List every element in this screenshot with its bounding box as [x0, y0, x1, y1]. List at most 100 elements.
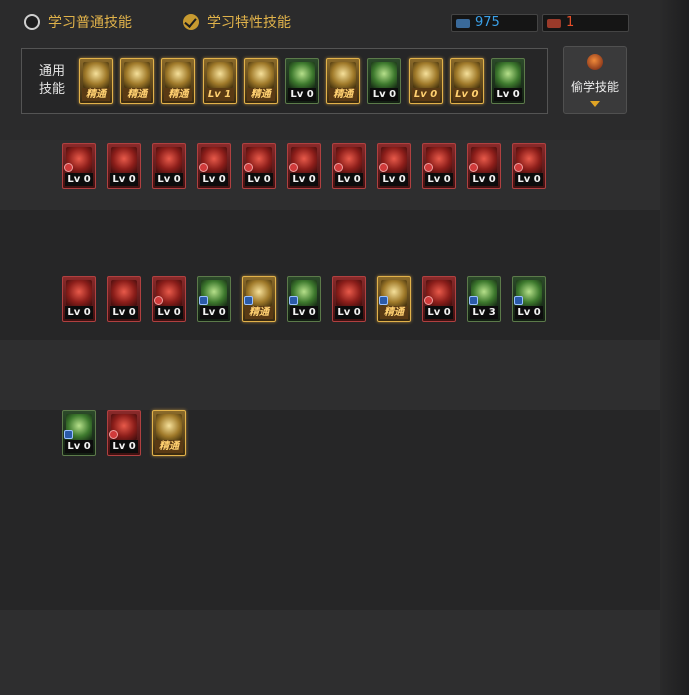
skill-icon: [206, 62, 233, 88]
skill-slot[interactable]: Lv 0: [332, 276, 366, 322]
steal-skill-label: 偷学技能: [570, 80, 619, 94]
skill-slot[interactable]: Lv 0: [512, 276, 546, 322]
seal-badge-icon: [424, 163, 433, 172]
ex-badge-icon: [379, 296, 388, 305]
skill-slot[interactable]: 精通: [161, 58, 196, 104]
sp-counter: 975: [451, 14, 538, 32]
skill-level-label: Lv 1: [205, 88, 234, 101]
skill-slot[interactable]: Lv 0: [285, 58, 319, 104]
skill-level-label: Lv 0: [110, 440, 138, 453]
skill-slot[interactable]: Lv 0: [422, 276, 456, 322]
skill-level-label: Lv 0: [425, 306, 453, 319]
skill-slot[interactable]: Lv 0: [152, 276, 186, 322]
skill-slot[interactable]: 精通: [243, 58, 278, 104]
skill-slot[interactable]: 精通: [377, 276, 411, 322]
skill-level-label: Lv 0: [290, 306, 318, 319]
skill-level-label: 精通: [164, 88, 193, 101]
skill-icon: [371, 62, 398, 88]
skill-level-label: Lv 0: [200, 173, 228, 186]
seal-badge-icon: [334, 163, 343, 172]
ex-badge-icon: [469, 296, 478, 305]
skill-slot[interactable]: Lv 0: [377, 143, 411, 189]
sp-value: 975: [475, 15, 500, 30]
skill-level-label: 精通: [245, 306, 273, 319]
skill-slot[interactable]: 精通: [152, 410, 186, 456]
skill-level-label: 精通: [155, 440, 183, 453]
skill-slot[interactable]: Lv 0: [197, 143, 231, 189]
skill-level-label: Lv 0: [380, 173, 408, 186]
skill-icon: [111, 280, 137, 306]
skill-slot[interactable]: Lv 0: [62, 143, 96, 189]
common-skills-label: 通用 技能: [38, 64, 65, 97]
skill-icon: [66, 280, 92, 306]
tp-icon: [547, 18, 561, 28]
skill-level-label: Lv 0: [370, 88, 399, 101]
seal-badge-icon: [154, 296, 163, 305]
skill-slot[interactable]: 精通: [79, 58, 113, 104]
ex-badge-icon: [289, 296, 298, 305]
seal-badge-icon: [469, 163, 478, 172]
skill-icon: [83, 62, 109, 88]
skill-icon: [247, 62, 274, 88]
steal-skill-button[interactable]: 偷学技能: [563, 46, 627, 114]
seal-badge-icon: [109, 430, 118, 439]
skill-slot[interactable]: Lv 0: [287, 276, 321, 322]
skill-level-label: Lv 0: [425, 173, 453, 186]
skill-icon: [156, 147, 182, 173]
skill-level-label: Lv 0: [110, 306, 138, 319]
skill-icon: [111, 147, 137, 173]
skill-slot[interactable]: Lv 0: [152, 143, 186, 189]
skill-slot[interactable]: Lv 0: [449, 58, 484, 104]
scroll-shade: [660, 0, 689, 695]
skill-slot[interactable]: Lv 0: [491, 58, 525, 104]
skill-band: [0, 410, 660, 610]
skill-slot[interactable]: 精通: [120, 58, 155, 104]
skill-level-label: Lv 0: [290, 173, 318, 186]
skill-slot[interactable]: Lv 0: [408, 58, 443, 104]
skill-icon: [124, 62, 151, 88]
skill-level-label: Lv 0: [470, 173, 498, 186]
tab-normal-skills[interactable]: 学习普通技能: [24, 10, 132, 34]
skill-slot[interactable]: 精通: [326, 58, 361, 104]
skill-slot[interactable]: Lv 1: [202, 58, 237, 104]
skill-level-label: Lv 3: [470, 306, 498, 319]
seal-badge-icon: [379, 163, 388, 172]
skill-band: [0, 340, 660, 410]
skill-slot[interactable]: Lv 0: [242, 143, 276, 189]
skill-slot[interactable]: Lv 0: [62, 410, 96, 456]
skill-slot[interactable]: 精通: [242, 276, 276, 322]
skill-band: [0, 610, 660, 695]
skill-level-label: 精通: [123, 88, 152, 101]
skill-slot[interactable]: Lv 0: [107, 143, 141, 189]
skill-slot[interactable]: Lv 0: [287, 143, 321, 189]
tp-counter: 1: [542, 14, 629, 32]
skill-slot[interactable]: Lv 0: [422, 143, 456, 189]
skill-icon: [289, 62, 315, 88]
skill-slot[interactable]: Lv 0: [107, 410, 141, 456]
skill-level-label: Lv 0: [110, 173, 138, 186]
skill-slot[interactable]: Lv 0: [512, 143, 546, 189]
steal-skill-icon: [587, 54, 603, 70]
skill-slot[interactable]: Lv 0: [107, 276, 141, 322]
ex-badge-icon: [64, 430, 73, 439]
seal-badge-icon: [424, 296, 433, 305]
skill-slot[interactable]: Lv 0: [197, 276, 231, 322]
sp-icon: [456, 18, 470, 28]
skill-slot[interactable]: Lv 0: [62, 276, 96, 322]
dropdown-arrow-icon: [590, 101, 600, 107]
skill-slot[interactable]: Lv 0: [332, 143, 366, 189]
skill-slot[interactable]: Lv 0: [467, 143, 501, 189]
skill-level-label: Lv 0: [515, 173, 543, 186]
skill-slot[interactable]: Lv 3: [467, 276, 501, 322]
skill-level-label: 精通: [380, 306, 408, 319]
seal-badge-icon: [244, 163, 253, 172]
tp-value: 1: [566, 15, 575, 30]
tab-normal-label: 学习普通技能: [48, 15, 132, 31]
skill-icon: [453, 62, 480, 88]
skill-slot[interactable]: Lv 0: [367, 58, 402, 104]
skill-band: [0, 140, 660, 210]
tab-special-label: 学习特性技能: [207, 15, 291, 31]
skill-icon: [495, 62, 521, 88]
skill-level-label: 精通: [329, 88, 358, 101]
tab-special-skills[interactable]: 学习特性技能: [183, 10, 291, 34]
